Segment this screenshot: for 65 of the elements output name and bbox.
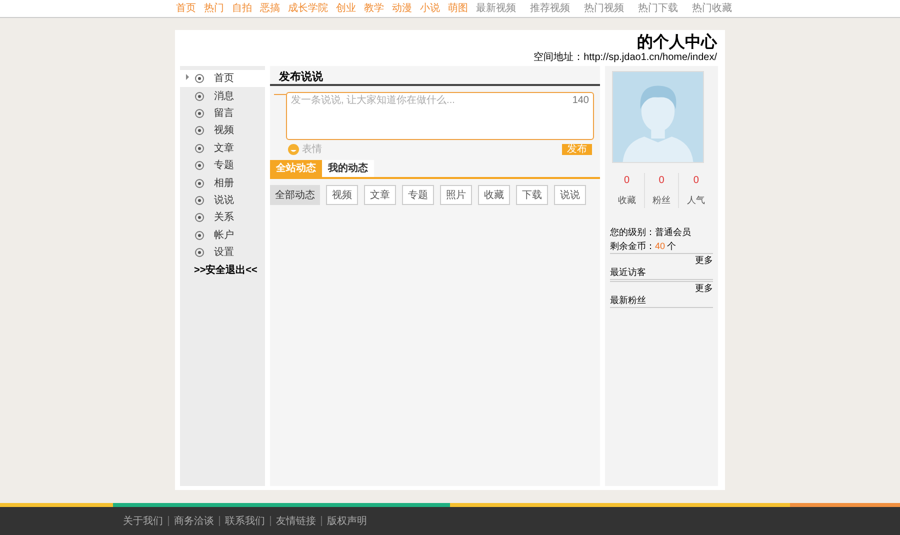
stat-count: 0 [658,174,664,188]
sidebar-item[interactable]: 视频 [180,122,265,140]
footer-link[interactable]: 商务洽谈 [174,514,214,528]
sidebar-item[interactable]: 消息 [180,87,265,105]
stat-label: 人气 [687,194,706,207]
circle-icon [195,74,204,84]
section-heading: 发布说说 [279,70,323,85]
sidebar-item[interactable]: 说说 [180,192,265,210]
filter-button[interactable]: 说说 [554,185,586,205]
footer-link[interactable]: 友情链接 [276,514,316,528]
filter-button[interactable]: 下载 [516,185,548,205]
sidebar-item[interactable]: 留言 [180,104,265,122]
placeholder-text: 发一条说说, 让大家知道你在做什么... [291,95,455,108]
sidebar-item[interactable]: 相册 [180,174,265,192]
address-label: 空间地址： [534,52,584,64]
sidebar-item[interactable]: 首页 [180,70,265,88]
section-title: 最近访客 [610,266,647,278]
footer-link[interactable]: 联系我们 [225,514,265,528]
stat-label: 收藏 [618,194,636,207]
stat-label: 粉丝 [652,194,670,207]
circle-icon [195,144,204,153]
coins-value: 40 [655,240,666,252]
circle-icon [195,213,204,222]
stat-count: 0 [624,174,630,188]
footer-link[interactable]: 关于我们 [123,514,163,528]
stat-count: 0 [693,174,699,188]
filter-button[interactable]: 收藏 [478,185,510,205]
circle-icon [195,248,204,258]
logout-link[interactable]: >>安全退出<< [180,261,265,278]
circle-icon [195,178,204,188]
sidebar-item[interactable]: 专题 [180,156,265,174]
more-link[interactable]: 更多 [695,282,713,294]
filter-button[interactable]: 文章 [364,185,396,205]
nav-link[interactable]: 最新视频 [476,1,516,16]
nav-link[interactable]: 热门下载 [638,1,678,16]
address-link[interactable]: http://sp.jdao1.cn/home/index/ [584,52,717,64]
post-textarea[interactable]: 发一条说说, 让大家知道你在做什么... 140 [286,92,594,140]
arrow-icon [186,74,189,80]
feed-tab[interactable]: 我的动态 [322,160,374,177]
circle-icon [195,196,204,205]
section-title: 最新粉丝 [610,294,647,306]
circle-icon [195,161,204,170]
page-title: 的个人中心 [637,34,717,52]
circle-icon [195,230,204,240]
filter-button[interactable]: 专题 [402,185,434,205]
nav-link[interactable]: 热门收藏 [692,1,732,16]
circle-icon [195,92,204,101]
filter-button[interactable]: 全部动态 [270,185,320,205]
sidebar-item[interactable]: 文章 [180,140,265,157]
coins-label: 剩余金币： [610,240,655,252]
filter-button[interactable]: 照片 [440,185,472,205]
footer-link[interactable]: 版权声明 [327,514,367,528]
member-level: 您的级别：普通会员 [610,226,692,238]
coins-unit: 个 [667,240,676,252]
sidebar-item[interactable]: 设置 [180,244,265,262]
sidebar-item[interactable]: 关系 [180,209,265,227]
smiley-icon[interactable] [288,144,299,155]
nav-link[interactable]: 热门视频 [584,1,624,16]
filter-button[interactable]: 视频 [326,185,358,205]
circle-icon [195,108,204,118]
nav-link[interactable]: 推荐视频 [530,1,570,16]
circle-icon [195,126,204,136]
character-counter: 140 [572,95,589,108]
more-link[interactable]: 更多 [695,254,713,266]
sidebar-item[interactable]: 帐户 [180,226,265,244]
